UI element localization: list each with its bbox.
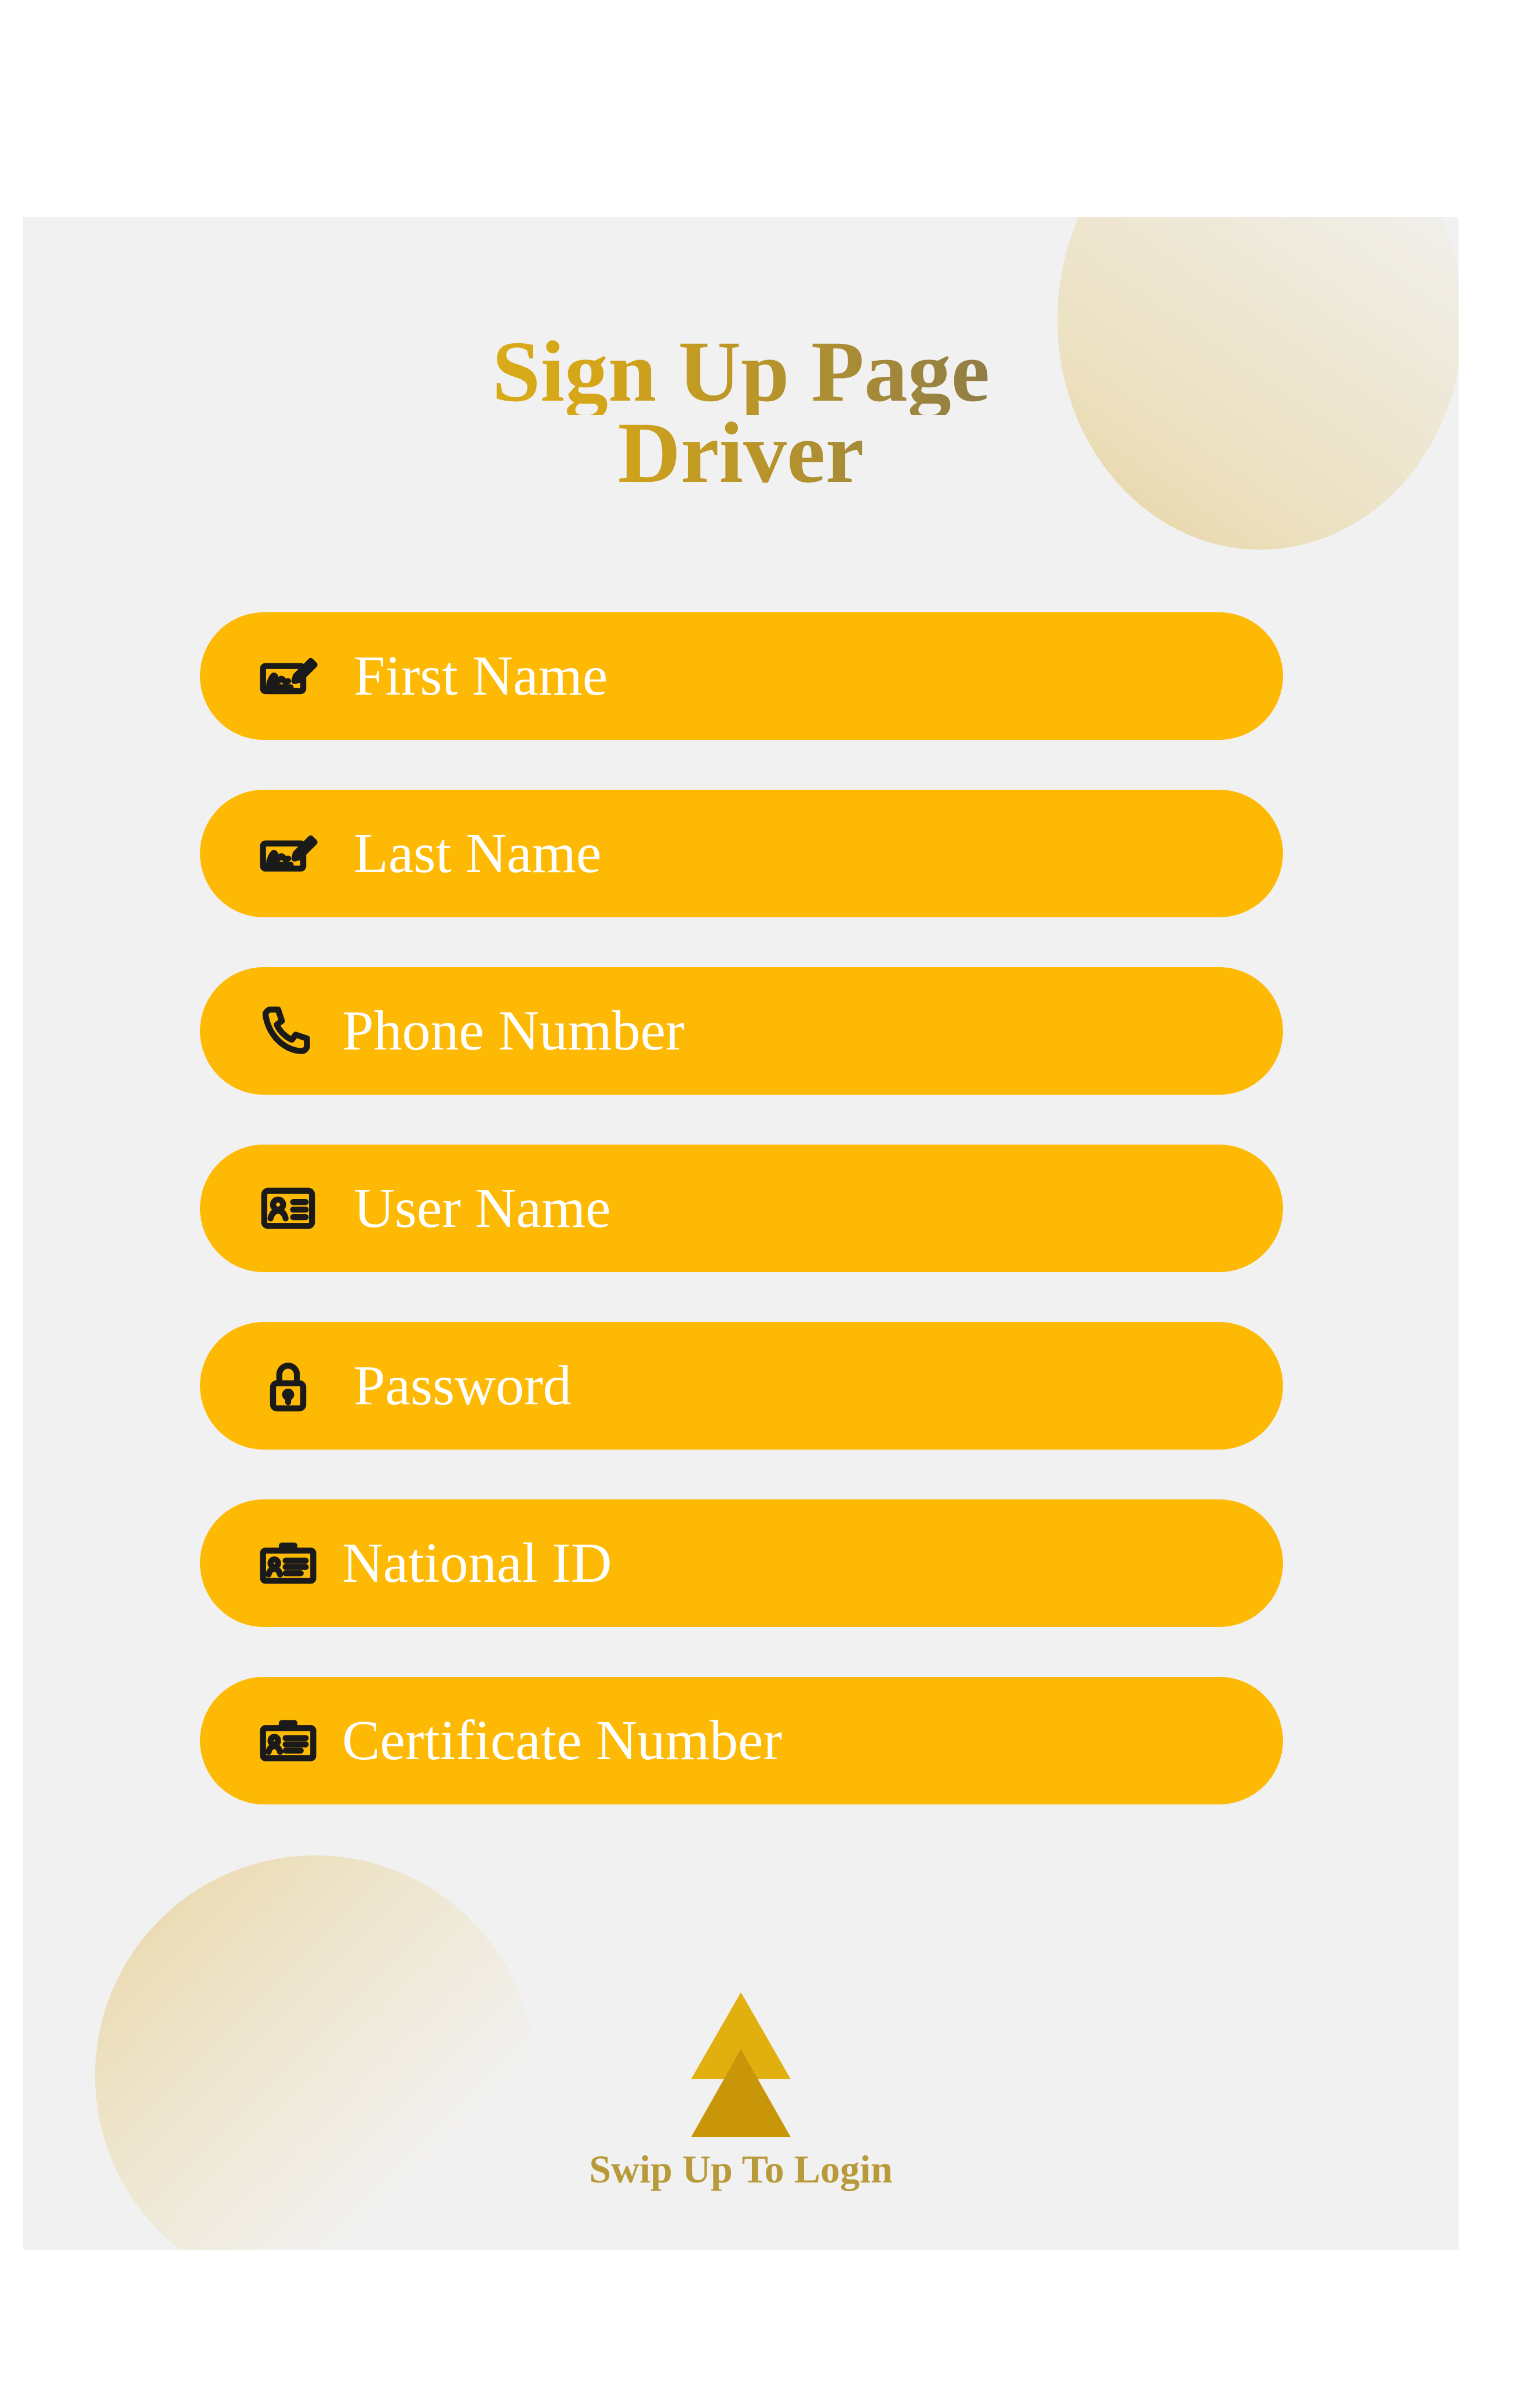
password-label: Password — [354, 1354, 572, 1417]
signature-icon — [258, 646, 318, 706]
last-name-label: Last Name — [354, 822, 602, 885]
certificate-number-label: Certificate Number — [342, 1709, 783, 1772]
last-name-field[interactable]: Last Name — [200, 790, 1283, 917]
phone-number-label: Phone Number — [342, 1000, 685, 1062]
phone-number-field[interactable]: Phone Number — [200, 967, 1283, 1095]
user-name-field[interactable]: User Name — [200, 1145, 1283, 1272]
page-subtitle: Driver — [23, 409, 1459, 496]
certificate-number-field[interactable]: Certificate Number — [200, 1677, 1283, 1804]
national-id-label: National ID — [342, 1532, 612, 1595]
swipe-up-login-link[interactable]: Swip Up To Login — [23, 2147, 1459, 2192]
badge-icon — [258, 1710, 318, 1771]
badge-icon — [258, 1533, 318, 1593]
signup-panel: Sign Up Page Driver First Name Last Name — [23, 217, 1459, 2250]
id-card-icon — [258, 1178, 318, 1238]
user-name-label: User Name — [354, 1177, 611, 1240]
up-arrow-icon[interactable] — [691, 2049, 791, 2137]
signature-icon — [258, 823, 318, 884]
lock-icon — [258, 1356, 318, 1416]
password-field[interactable]: Password — [200, 1322, 1283, 1450]
first-name-label: First Name — [354, 645, 608, 707]
first-name-field[interactable]: First Name — [200, 612, 1283, 740]
page-title: Sign Up Page — [23, 328, 1459, 415]
national-id-field[interactable]: National ID — [200, 1499, 1283, 1627]
phone-icon — [258, 1001, 318, 1061]
